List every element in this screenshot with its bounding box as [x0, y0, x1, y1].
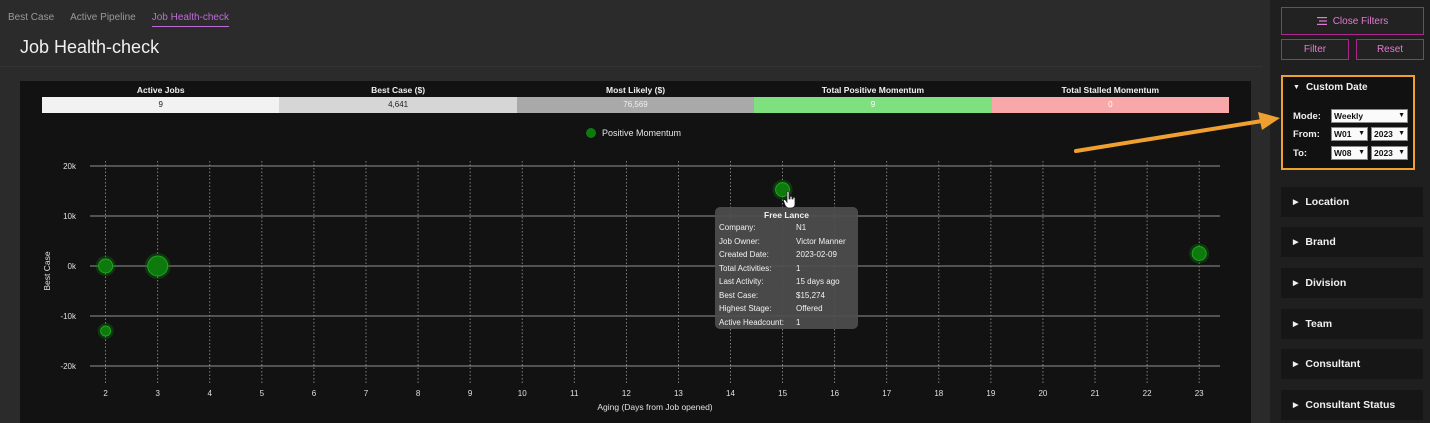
- annotation-arrow: [1074, 112, 1280, 153]
